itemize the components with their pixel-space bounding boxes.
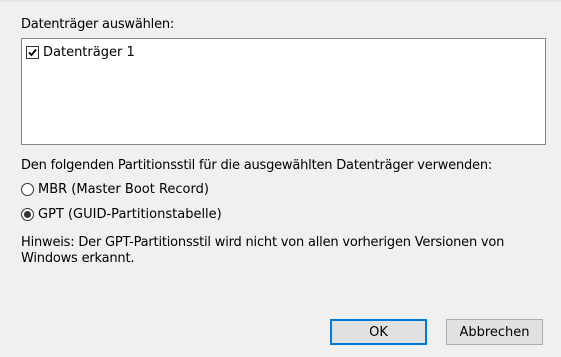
partition-style-label: Den folgenden Partitionsstil für die aus… <box>21 158 493 173</box>
mbr-label: MBR (Master Boot Record) <box>38 182 209 197</box>
cancel-button[interactable]: Abbrechen <box>446 319 543 345</box>
disk-list-item[interactable]: Datenträger 1 <box>26 45 135 60</box>
top-edge <box>0 0 561 2</box>
gpt-label: GPT (GUID-Partitionstabelle) <box>38 207 222 222</box>
gpt-radio[interactable] <box>21 208 34 221</box>
disk-item-label: Datenträger 1 <box>43 45 135 60</box>
ok-button[interactable]: OK <box>330 319 427 345</box>
gpt-option[interactable]: GPT (GUID-Partitionstabelle) <box>21 207 222 222</box>
initialize-disk-dialog: Datenträger auswählen: Datenträger 1 Den… <box>0 0 561 357</box>
hint-text: Hinweis: Der GPT-Partitionsstil wird nic… <box>21 235 505 266</box>
mbr-option[interactable]: MBR (Master Boot Record) <box>21 182 209 197</box>
disk-listbox[interactable]: Datenträger 1 <box>21 38 546 145</box>
checkmark-icon <box>28 48 37 57</box>
disk-select-label: Datenträger auswählen: <box>21 17 175 32</box>
mbr-radio[interactable] <box>21 183 34 196</box>
disk-checkbox[interactable] <box>26 46 39 59</box>
